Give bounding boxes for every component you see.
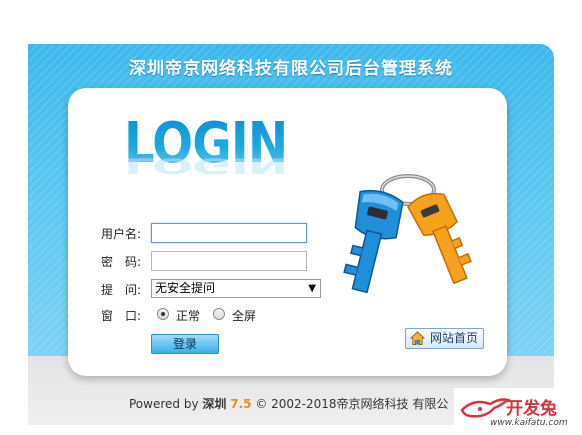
watermark-text: 开发兔: [506, 399, 557, 419]
login-button[interactable]: 登录: [151, 334, 219, 354]
page-top: [0, 0, 582, 44]
login-logo-reflection: LOGIN: [124, 153, 288, 178]
home-icon: [410, 331, 425, 345]
home-page-button[interactable]: 网站首页: [405, 328, 484, 349]
home-page-label: 网站首页: [430, 331, 479, 345]
watermark: 开发兔 www.kaifatu.com: [454, 388, 582, 435]
question-select-value: 无安全提问: [155, 281, 216, 295]
keys-icon: [343, 174, 472, 294]
password-input[interactable]: [151, 251, 307, 271]
footer-version: 7.5: [230, 397, 252, 411]
window-radio-normal[interactable]: [157, 308, 169, 320]
footer-text: Powered by 深圳 7.5 © 2002-2018帝京网络科技 有限公: [129, 395, 448, 412]
window-option-fullscreen-label: 全屏: [232, 309, 257, 323]
rabbit-logo-icon: [460, 398, 510, 418]
window-label: 窗 口:: [101, 309, 142, 323]
window-option-normal-label: 正常: [176, 309, 201, 323]
username-input[interactable]: [151, 223, 307, 243]
watermark-url: www.kaifatu.com: [490, 418, 568, 428]
password-label: 密 码:: [101, 255, 142, 269]
footer-powered-by: Powered by: [129, 397, 199, 411]
window-radio-fullscreen[interactable]: [213, 308, 225, 320]
footer-brand: 深圳: [202, 397, 227, 411]
footer-copyright: © 2002-2018帝京网络科技 有限公: [255, 397, 449, 411]
question-select[interactable]: 无安全提问 ▼: [151, 279, 321, 298]
question-label: 提 问:: [101, 283, 142, 297]
username-label: 用户名:: [101, 227, 142, 241]
page-title: 深圳帝京网络科技有限公司后台管理系统: [129, 59, 453, 79]
dropdown-arrow-icon: ▼: [308, 283, 316, 294]
